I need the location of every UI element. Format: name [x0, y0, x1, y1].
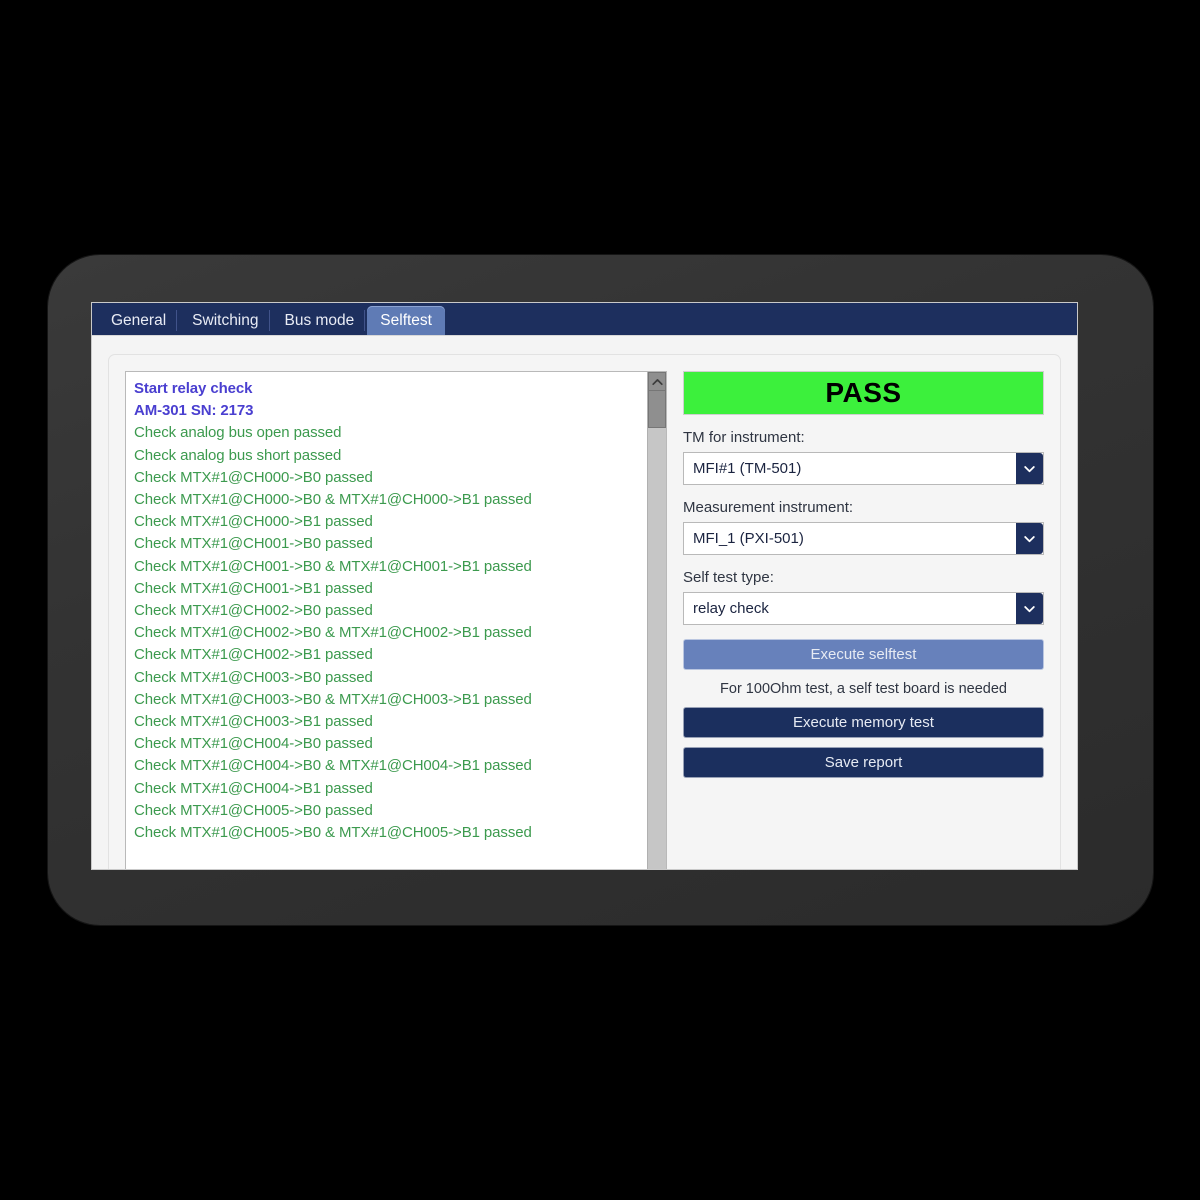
log-line: Check MTX#1@CH001->B0 passed — [134, 535, 373, 553]
dropdown-caret[interactable] — [1016, 593, 1043, 624]
selftest-log-panel: Start relay check AM-301 SN: 2173 Check an… — [125, 371, 667, 869]
status-badge: PASS — [683, 371, 1044, 415]
chevron-down-icon — [1024, 465, 1035, 472]
log-line: Check MTX#1@CH002->B0 passed — [134, 602, 373, 620]
tab-label: Switching — [192, 311, 259, 329]
log-line: Check analog bus short passed — [134, 446, 342, 464]
log-line: Check MTX#1@CH000->B0 & MTX#1@CH000->B1 … — [134, 491, 532, 509]
log-line: Check MTX#1@CH000->B1 passed — [134, 513, 373, 531]
selftest-panel: Start relay check AM-301 SN: 2173 Check an… — [108, 354, 1061, 869]
save-report-button[interactable]: Save report — [683, 747, 1044, 778]
tm-instrument-value: MFI#1 (TM-501) — [693, 460, 802, 477]
scrollbar-track[interactable] — [648, 428, 666, 869]
selftest-hint-text: For 100Ohm test, a self test board is ne… — [720, 681, 1007, 697]
selftest-type-value: relay check — [693, 600, 769, 617]
tab-label: Selftest — [380, 311, 432, 329]
log-line: Check analog bus open passed — [134, 424, 342, 442]
measurement-instrument-value: MFI_1 (PXI-501) — [693, 530, 804, 547]
tab-label: General — [111, 311, 167, 329]
chevron-down-icon — [1024, 535, 1035, 542]
log-line: Check MTX#1@CH004->B1 passed — [134, 779, 373, 797]
log-line: Start relay check — [134, 380, 253, 397]
tm-instrument-select[interactable]: MFI#1 (TM-501) — [683, 452, 1044, 485]
tab-general[interactable]: General — [98, 306, 180, 335]
log-line: Check MTX#1@CH002->B0 & MTX#1@CH002->B1 … — [134, 624, 532, 642]
dropdown-caret[interactable] — [1016, 453, 1043, 484]
dropdown-caret[interactable] — [1016, 523, 1043, 554]
log-line: Check MTX#1@CH003->B0 & MTX#1@CH003->B1 … — [134, 690, 532, 708]
scroll-up-button[interactable] — [648, 372, 666, 391]
app-window: General Switching Bus mode Selftest Star… — [92, 303, 1077, 869]
log-line: Check MTX#1@CH002->B1 passed — [134, 646, 373, 664]
chevron-down-icon — [1024, 605, 1035, 612]
log-line: Check MTX#1@CH004->B0 passed — [134, 735, 373, 753]
measurement-instrument-select[interactable]: MFI_1 (PXI-501) — [683, 522, 1044, 555]
measurement-instrument-label: Measurement instrument: — [683, 499, 854, 516]
scrollbar-thumb[interactable] — [648, 391, 666, 428]
log-line: Check MTX#1@CH001->B0 & MTX#1@CH001->B1 … — [134, 557, 532, 575]
log-line: Check MTX#1@CH003->B0 passed — [134, 668, 373, 686]
log-line: AM-301 SN: 2173 — [134, 402, 254, 420]
tab-selftest[interactable]: Selftest — [364, 306, 445, 335]
selftest-type-select[interactable]: relay check — [683, 592, 1044, 625]
log-line: Check MTX#1@CH004->B0 & MTX#1@CH004->B1 … — [134, 757, 532, 775]
execute-selftest-button[interactable]: Execute selftest — [683, 639, 1044, 670]
log-line: Check MTX#1@CH001->B1 passed — [134, 579, 373, 597]
log-line: Check MTX#1@CH000->B0 passed — [134, 468, 373, 486]
tab-bus-mode[interactable]: Bus mode — [268, 306, 368, 335]
log-scrollbar[interactable] — [647, 372, 666, 869]
selftest-controls: PASS TM for instrument: MFI#1 (TM-501) M… — [683, 371, 1044, 869]
tm-instrument-label: TM for instrument: — [683, 429, 805, 446]
tab-switching[interactable]: Switching — [176, 306, 272, 335]
log-line: Check MTX#1@CH005->B0 & MTX#1@CH005->B1 … — [134, 824, 532, 842]
chevron-up-icon — [651, 378, 663, 385]
tab-label: Bus mode — [284, 311, 355, 329]
selftest-type-label: Self test type: — [683, 569, 774, 586]
log-line: Check MTX#1@CH005->B0 passed — [134, 801, 373, 819]
tab-content-selftest: Start relay check AM-301 SN: 2173 Check an… — [92, 335, 1077, 869]
log-line: Check MTX#1@CH003->B1 passed — [134, 713, 373, 731]
execute-memory-test-button[interactable]: Execute memory test — [683, 707, 1044, 738]
selftest-log-list: Start relay check AM-301 SN: 2173 Check an… — [126, 372, 647, 869]
tab-bar: General Switching Bus mode Selftest — [92, 303, 1077, 335]
